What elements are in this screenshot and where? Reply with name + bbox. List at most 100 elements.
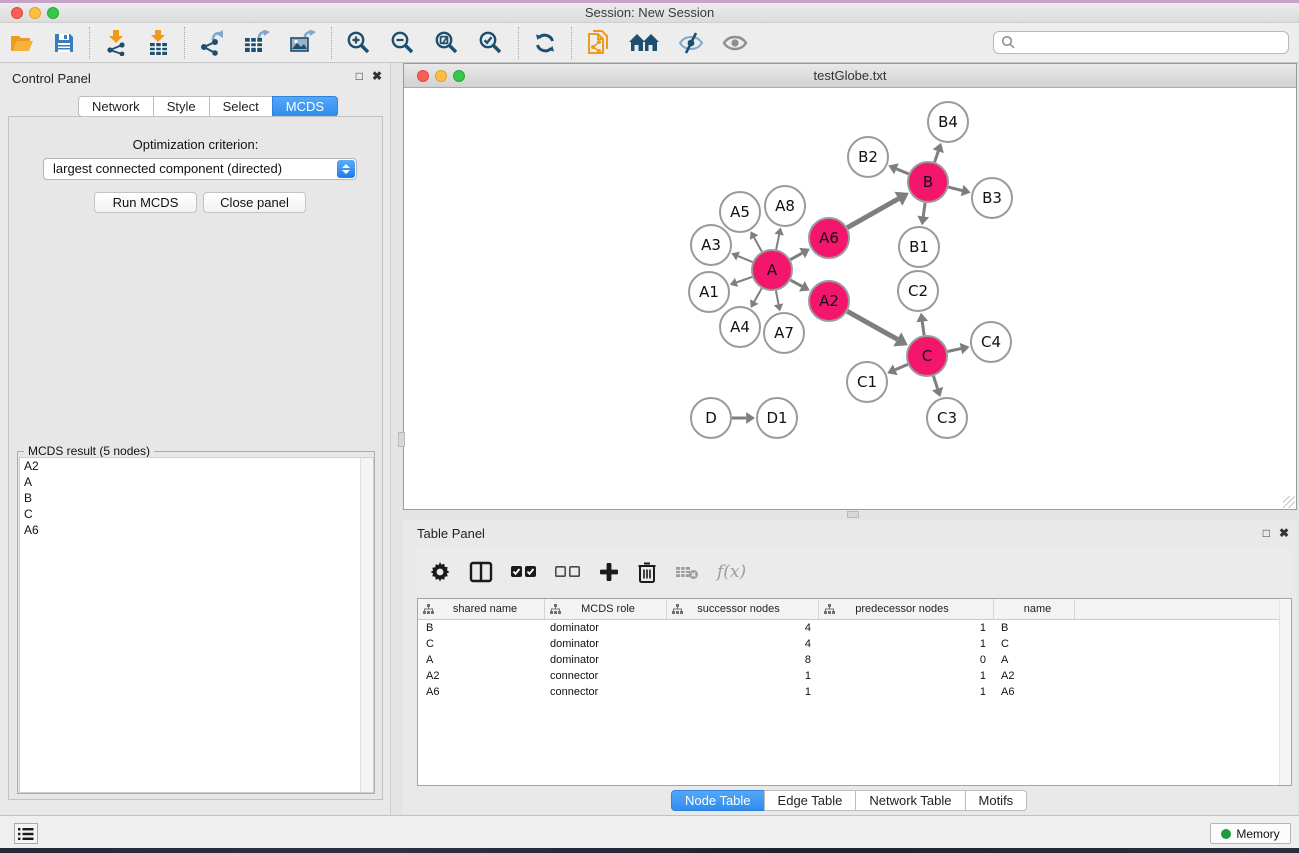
deselect-all-checkboxes-icon[interactable] [555, 565, 581, 579]
close-window-button[interactable] [11, 7, 23, 19]
home-icon[interactable] [619, 27, 669, 59]
delete-column-trash-icon[interactable] [637, 561, 657, 583]
list-item[interactable]: C [20, 506, 373, 522]
run-mcds-button[interactable]: Run MCDS [94, 192, 197, 213]
table-panel-title: Table Panel [417, 526, 485, 541]
svg-text:A3: A3 [701, 236, 721, 254]
minimize-view-button[interactable] [435, 70, 447, 82]
desktop-strip [0, 848, 1299, 853]
close-panel-button[interactable]: Close panel [203, 192, 306, 213]
zoom-out-icon[interactable] [381, 27, 425, 59]
control-panel: Control Panel □ ✖ Network Style Select M… [0, 63, 391, 815]
tab-style[interactable]: Style [153, 96, 210, 117]
tab-network[interactable]: Network [78, 96, 154, 117]
export-table-icon[interactable] [234, 27, 280, 59]
app-title: Session: New Session [0, 3, 1299, 22]
column-layout-icon[interactable] [469, 561, 493, 583]
svg-text:C4: C4 [981, 333, 1001, 351]
mcds-result-group: MCDS result (5 nodes) A2 A B C A6 [17, 451, 375, 794]
toolbar-separator [518, 27, 519, 59]
tab-node-table[interactable]: Node Table [671, 790, 765, 811]
svg-text:B3: B3 [982, 189, 1002, 207]
network-graph[interactable]: AA1A2A3A4A5A6A7A8BB1B2B3B4CC1C2C3C4DD1 [404, 88, 1296, 509]
import-network-icon[interactable] [95, 27, 137, 59]
toolbar-separator [184, 27, 185, 59]
column-header[interactable]: name [994, 599, 1075, 619]
refresh-icon[interactable] [524, 27, 566, 59]
zoom-view-button[interactable] [453, 70, 465, 82]
task-history-button[interactable] [14, 823, 38, 844]
svg-text:C1: C1 [857, 373, 877, 391]
table-row[interactable]: Bdominator41B [418, 620, 1291, 636]
memory-label: Memory [1236, 827, 1279, 841]
float-panel-icon[interactable]: □ [1263, 526, 1270, 540]
scrollbar[interactable] [1279, 599, 1291, 785]
svg-text:B2: B2 [858, 148, 878, 166]
table-row[interactable]: A6connector11A6 [418, 684, 1291, 700]
table-row[interactable]: Cdominator41C [418, 636, 1291, 652]
show-graphics-details-icon[interactable] [713, 27, 757, 59]
mcds-result-title: MCDS result (5 nodes) [24, 444, 154, 458]
svg-text:D: D [705, 409, 717, 427]
table-row[interactable]: A2connector11A2 [418, 668, 1291, 684]
svg-text:A2: A2 [819, 292, 839, 310]
function-builder-icon[interactable]: f(x) [717, 562, 746, 582]
open-session-icon[interactable] [0, 27, 44, 59]
svg-text:B: B [923, 173, 933, 191]
hide-graphics-details-icon[interactable] [669, 27, 713, 59]
svg-text:A5: A5 [730, 203, 750, 221]
memory-button[interactable]: Memory [1210, 823, 1291, 844]
add-column-icon[interactable] [599, 562, 619, 582]
svg-text:A: A [767, 261, 778, 279]
tab-edge-table[interactable]: Edge Table [764, 790, 857, 811]
toolbar-separator [331, 27, 332, 59]
tab-network-table[interactable]: Network Table [855, 790, 965, 811]
list-item[interactable]: B [20, 490, 373, 506]
svg-text:C: C [922, 347, 932, 365]
close-panel-icon[interactable]: ✖ [1279, 526, 1289, 540]
table-settings-gear-icon[interactable] [429, 561, 451, 583]
network-window-title: testGlobe.txt [404, 64, 1296, 87]
list-item[interactable]: A6 [20, 522, 373, 538]
column-header[interactable]: shared name [418, 599, 545, 619]
table-row[interactable]: Adominator80A [418, 652, 1291, 668]
control-panel-title: Control Panel [12, 71, 91, 86]
network-window-titlebar[interactable]: testGlobe.txt [404, 64, 1296, 88]
minimize-window-button[interactable] [29, 7, 41, 19]
zoom-in-icon[interactable] [337, 27, 381, 59]
criterion-select[interactable]: largest connected component (directed) [43, 158, 357, 180]
memory-status-icon [1221, 829, 1231, 839]
scrollbar[interactable] [360, 458, 373, 792]
new-network-from-selection-icon[interactable] [577, 27, 619, 59]
tab-mcds[interactable]: MCDS [272, 96, 338, 117]
app-titlebar: Session: New Session [0, 3, 1299, 23]
close-view-button[interactable] [417, 70, 429, 82]
zoom-selected-icon[interactable] [469, 27, 513, 59]
float-panel-icon[interactable]: □ [356, 69, 363, 83]
column-header[interactable]: successor nodes [667, 599, 819, 619]
scrollbar-thumb[interactable] [847, 511, 859, 518]
list-item[interactable]: A2 [20, 458, 373, 474]
select-all-checkboxes-icon[interactable] [511, 565, 537, 579]
save-session-icon[interactable] [44, 27, 84, 59]
svg-text:C2: C2 [908, 282, 928, 300]
svg-text:A8: A8 [775, 197, 795, 215]
tab-motifs[interactable]: Motifs [965, 790, 1028, 811]
tab-select[interactable]: Select [209, 96, 273, 117]
list-item[interactable]: A [20, 474, 373, 490]
scrollbar-thumb[interactable] [398, 432, 405, 447]
column-header[interactable]: predecessor nodes [819, 599, 994, 619]
search-input[interactable] [993, 31, 1289, 54]
select-spinner-icon [337, 160, 355, 178]
delete-table-icon[interactable] [675, 564, 699, 580]
zoom-fit-icon[interactable] [425, 27, 469, 59]
close-panel-icon[interactable]: ✖ [372, 69, 382, 83]
export-image-icon[interactable] [280, 27, 326, 59]
export-network-icon[interactable] [190, 27, 234, 59]
svg-text:B4: B4 [938, 113, 958, 131]
zoom-window-button[interactable] [47, 7, 59, 19]
column-header[interactable]: MCDS role [545, 599, 667, 619]
mcds-result-list[interactable]: A2 A B C A6 [19, 457, 374, 793]
resize-grip[interactable] [1283, 496, 1295, 508]
import-table-icon[interactable] [137, 27, 179, 59]
